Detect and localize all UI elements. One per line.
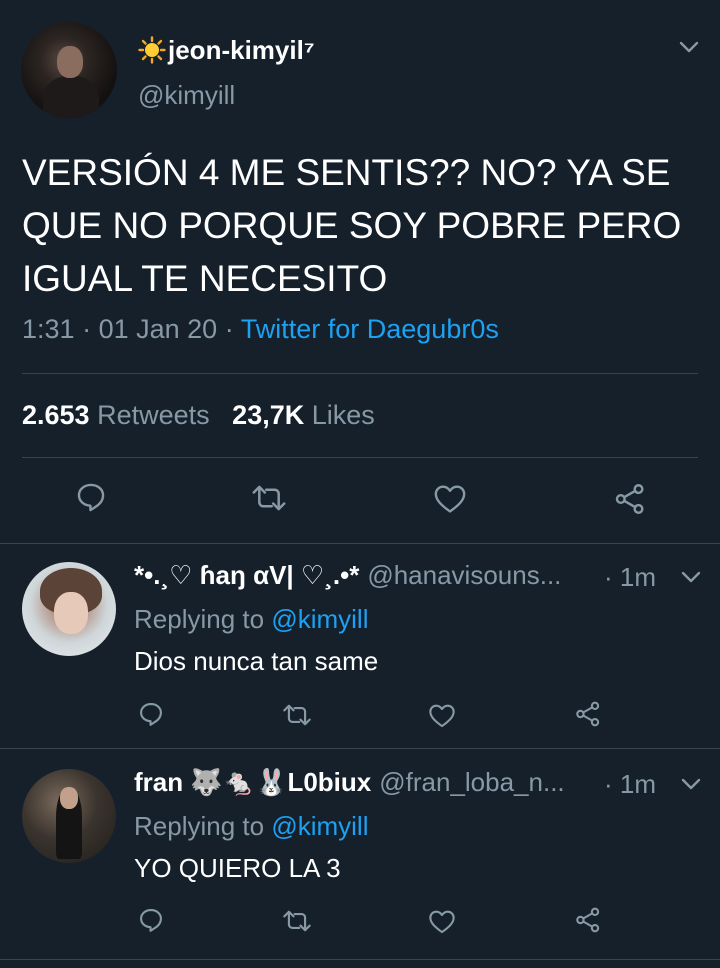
sun-icon	[138, 36, 166, 64]
main-tweet: jeon-kimyil⁷ @kimyill VERSIÓN 4 ME SENTI…	[0, 0, 720, 543]
reply-time: · 1m	[604, 769, 656, 799]
meta-separator: ·	[82, 314, 92, 344]
reply-header: *•.¸♡ ɦaŋ αV| ♡¸.•* @hanavisouns...	[134, 560, 561, 591]
tweet-stats: 2.653 Retweets 23,7K Likes	[22, 400, 375, 431]
retweets-label: Retweets	[97, 400, 210, 430]
divider	[22, 457, 698, 458]
reply-icon[interactable]	[137, 906, 165, 934]
reply-icon[interactable]	[74, 480, 108, 514]
tweet-time: 1:31	[22, 314, 75, 344]
tweet-text: VERSIÓN 4 ME SENTIS?? NO? YA SE QUE NO P…	[22, 152, 682, 299]
reply-author-handle[interactable]: @hanavisouns...	[367, 560, 561, 591]
reply-header: fran 🐺🐁🐰L0biux @fran_loba_n...	[134, 767, 565, 798]
author-handle[interactable]: @kimyill	[138, 80, 235, 111]
chevron-down-icon[interactable]	[680, 566, 702, 588]
replying-handle[interactable]: @kimyill	[271, 604, 368, 634]
avatar[interactable]	[21, 22, 117, 118]
reply-author-name[interactable]: fran 🐺🐁🐰L0biux	[134, 767, 371, 798]
divider	[22, 373, 698, 374]
share-icon[interactable]	[574, 700, 602, 728]
replying-handle[interactable]: @kimyill	[271, 811, 368, 841]
like-icon[interactable]	[428, 702, 456, 728]
reply-text: Dios nunca tan same	[134, 646, 379, 676]
share-icon[interactable]	[613, 482, 647, 516]
replying-to: Replying to @kimyill	[134, 811, 368, 842]
replying-label: Replying to	[134, 811, 265, 841]
likes-stat[interactable]: 23,7K Likes	[232, 400, 375, 430]
avatar[interactable]	[22, 769, 116, 863]
tweet-meta: 1:31 · 01 Jan 20 · Twitter for Daegubr0s	[22, 314, 499, 345]
like-icon[interactable]	[433, 482, 467, 514]
author-name-text: jeon-kimyil⁷	[168, 34, 315, 65]
replying-label: Replying to	[134, 604, 265, 634]
tweet-date: 01 Jan 20	[98, 314, 218, 344]
reply-author-name[interactable]: *•.¸♡ ɦaŋ αV| ♡¸.•*	[134, 560, 359, 591]
retweets-count: 2.653	[22, 400, 90, 430]
author-name[interactable]: jeon-kimyil⁷	[138, 34, 315, 66]
likes-count: 23,7K	[232, 400, 305, 430]
meta-separator: ·	[224, 314, 234, 344]
reply-text: YO QUIERO LA 3	[134, 853, 341, 883]
list-item[interactable]: *•.¸♡ ɦaŋ αV| ♡¸.•* @hanavisouns... · 1m…	[0, 544, 720, 748]
share-icon[interactable]	[574, 906, 602, 934]
list-item[interactable]: fran 🐺🐁🐰L0biux @fran_loba_n... · 1m Repl…	[0, 749, 720, 959]
likes-label: Likes	[311, 400, 375, 430]
like-icon[interactable]	[428, 908, 456, 934]
chevron-down-icon[interactable]	[680, 773, 702, 795]
retweet-icon[interactable]	[282, 702, 312, 728]
reply-icon[interactable]	[137, 700, 165, 728]
replying-to: Replying to @kimyill	[134, 604, 368, 635]
reply-author-handle[interactable]: @fran_loba_n...	[379, 767, 564, 798]
avatar[interactable]	[22, 562, 116, 656]
retweet-icon[interactable]	[282, 908, 312, 934]
tweet-source[interactable]: Twitter for Daegubr0s	[241, 314, 499, 344]
reply-time: · 1m	[604, 562, 656, 592]
retweet-icon[interactable]	[251, 482, 287, 514]
retweets-stat[interactable]: 2.653 Retweets	[22, 400, 210, 430]
reply-separator	[0, 959, 720, 960]
chevron-down-icon[interactable]	[678, 36, 700, 58]
